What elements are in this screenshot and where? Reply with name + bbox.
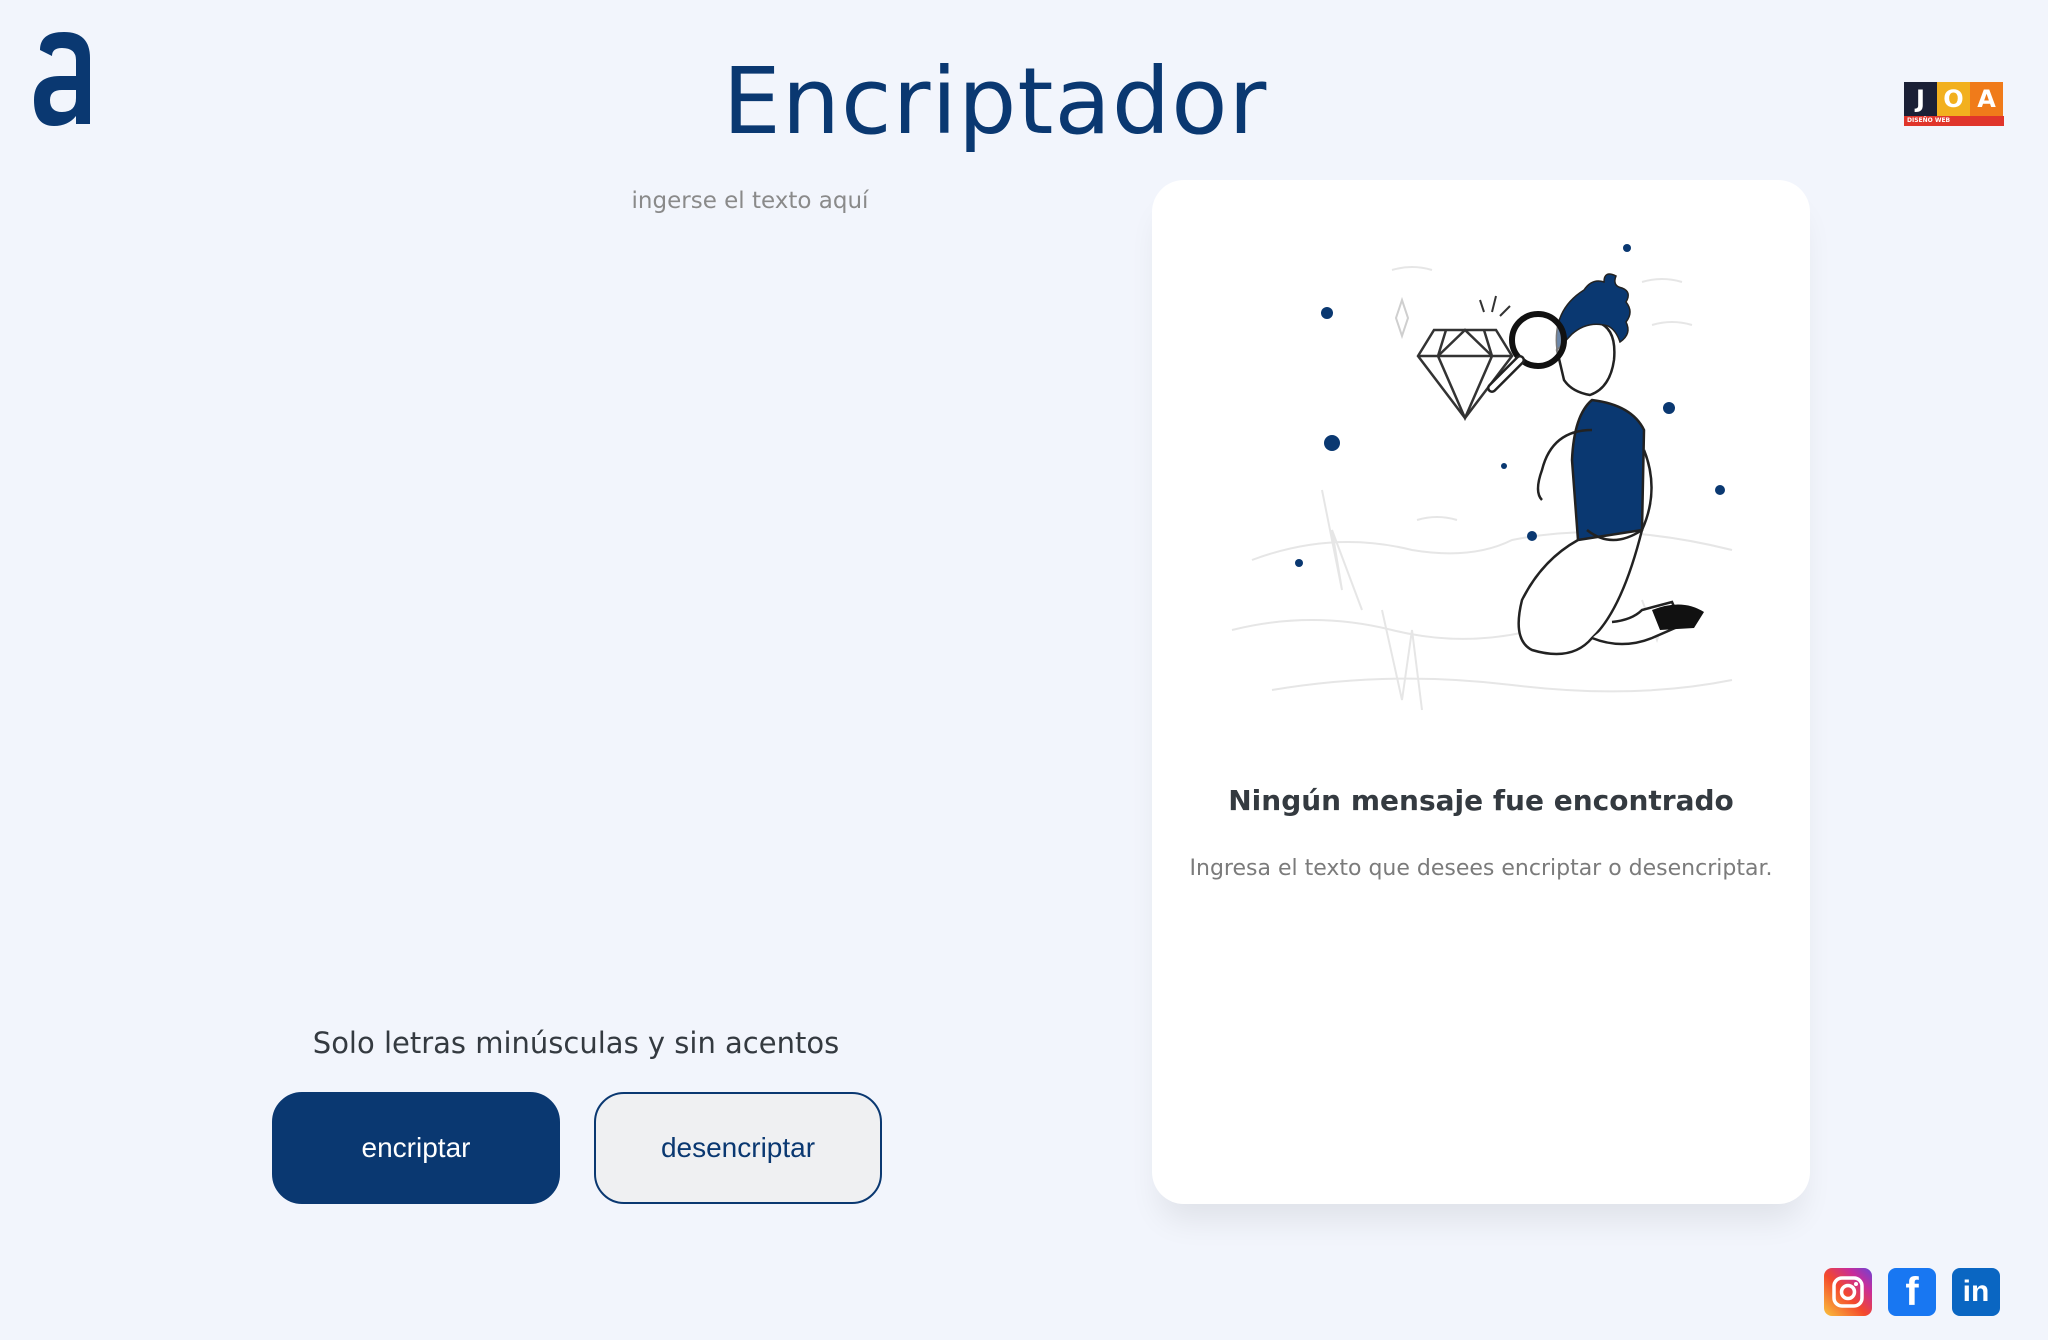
decrypt-button[interactable]: desencriptar xyxy=(594,1092,882,1204)
text-input[interactable] xyxy=(400,180,1100,980)
joa-letter-j: J xyxy=(1904,82,1937,116)
joa-letter-o: O xyxy=(1937,82,1970,116)
result-text: Ingresa el texto que desees encriptar o … xyxy=(1189,856,1773,881)
result-title: Ningún mensaje fue encontrado xyxy=(1228,784,1734,817)
joa-logo[interactable]: J O A DISEÑO WEB xyxy=(1904,82,2004,128)
page-title: Encriptador xyxy=(722,48,1268,155)
person-with-magnifying-glass-and-diamond-illustration xyxy=(1231,244,1733,711)
linkedin-icon[interactable]: in xyxy=(1952,1268,2000,1316)
instagram-icon[interactable] xyxy=(1824,1268,1872,1316)
result-panel: Ningún mensaje fue encontrado Ingresa el… xyxy=(1152,180,1810,1204)
facebook-icon[interactable]: f xyxy=(1888,1268,1936,1316)
joa-subtitle: DISEÑO WEB xyxy=(1904,116,2004,126)
input-hint: Solo letras minúsculas y sin acentos xyxy=(312,1026,840,1060)
social-links: f in xyxy=(1824,1268,2000,1316)
joa-letter-a: A xyxy=(1970,82,2003,116)
encrypt-button[interactable]: encriptar xyxy=(272,1092,560,1204)
instagram-glyph-icon xyxy=(1832,1276,1864,1308)
